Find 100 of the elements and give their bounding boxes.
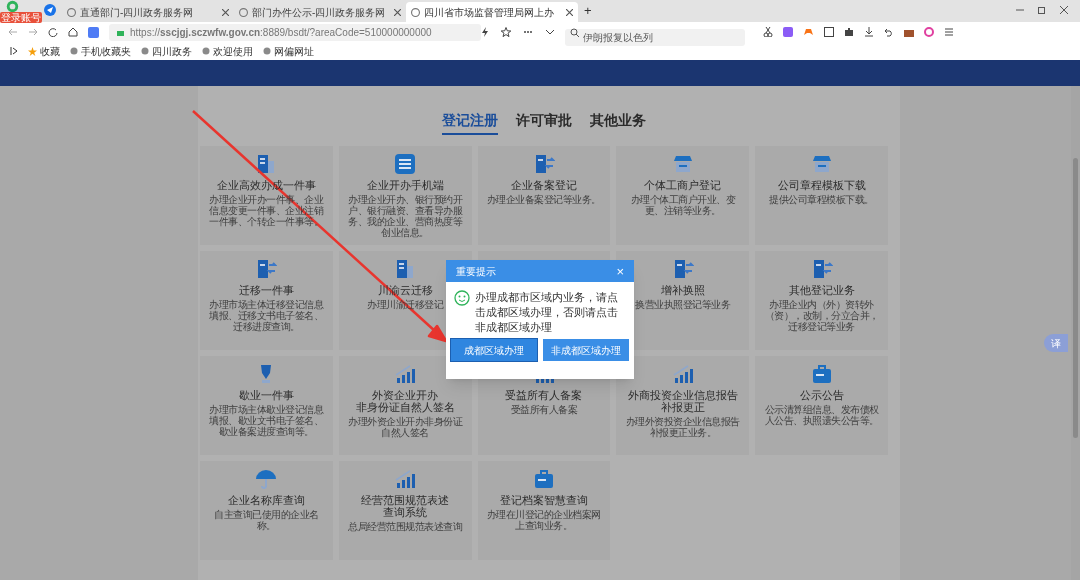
browser-logo[interactable] <box>6 0 19 13</box>
chevron-down-icon[interactable] <box>545 27 555 37</box>
section-tab[interactable]: 其他业务 <box>590 110 646 135</box>
smiley-icon <box>454 290 470 306</box>
section-tab[interactable]: 许可审批 <box>516 110 572 135</box>
bookmark-item[interactable]: 收藏 <box>28 43 60 59</box>
card-title: 公示公告 <box>799 389 844 401</box>
service-card[interactable]: 登记档案智慧查询 办理在川登记的企业档案网上查询业务。 <box>477 461 611 560</box>
card-description: 办理外资投资企业信息报告补报更正业务。 <box>624 416 741 438</box>
send-icon[interactable] <box>44 4 56 16</box>
card-title: 公司章程模板下载 <box>777 179 866 191</box>
briefcase-icon <box>533 468 555 490</box>
dialog-button[interactable]: 非成都区域办理 <box>543 339 629 361</box>
home-icon[interactable] <box>68 27 78 37</box>
card-title: 补报更正 <box>660 401 705 413</box>
card-title: 增补换照 <box>660 284 705 296</box>
card-description: 提供公司章程模板下载。 <box>769 194 874 205</box>
service-card[interactable]: 企业名称库查询 自主查询已使用的企业名称。 <box>200 461 333 560</box>
card-title: 川渝云迁移 <box>377 284 433 296</box>
card-description: 公示清算组信息、发布债权人公告、执照遗失公告等。 <box>763 404 880 426</box>
close-icon[interactable] <box>222 8 229 16</box>
card-description: 换营业执照登记等业务 <box>635 299 731 310</box>
dialog-message: 办理成都市区域内业务，请点击成都区域办理，否则请点击非成都区域办理 <box>475 290 619 335</box>
service-card[interactable]: 公示公告 公示清算组信息、发布债权人公告、执照遗失公告等。 <box>755 356 888 455</box>
close-icon[interactable] <box>1060 6 1068 14</box>
service-card[interactable]: 公司章程模板下载 提供公司章程模板下载。 <box>755 146 888 245</box>
card-title: 企业备案登记 <box>511 179 577 191</box>
color-wheel-icon[interactable] <box>924 27 934 37</box>
account-badge[interactable]: 登录账号 <box>0 12 42 23</box>
bar-chart-icon <box>671 363 694 385</box>
card-description: 办理在川登记的企业档案网上查询业务。 <box>486 509 602 531</box>
bar-chart-icon <box>394 363 417 385</box>
star-icon[interactable] <box>501 27 511 37</box>
bookmark-icon <box>263 47 271 55</box>
card-description: 受益所有人备案 <box>510 404 578 415</box>
card-title: 外商投资企业信息报告 <box>627 389 738 401</box>
scissors-icon[interactable] <box>763 27 773 37</box>
card-title: 歇业一件事 <box>238 389 294 401</box>
sidebar-toggle-icon[interactable] <box>10 47 18 55</box>
card-description: 办理企业内（外）资转外（资），改制，分立合并，迁移登记等业务 <box>763 299 880 332</box>
umbrella-icon <box>255 468 278 490</box>
card-title: 个体工商户登记 <box>644 179 722 191</box>
service-card[interactable]: 个体工商户登记 办理个体工商户开业、变更、注销等业务。 <box>616 146 750 245</box>
bookmark-item[interactable]: 四川政务 <box>141 43 192 59</box>
browser-tab[interactable]: 直通部门-四川政务服务网 <box>62 2 234 22</box>
browser-tab[interactable]: 四川省市场监督管理局网上办 <box>406 2 578 22</box>
new-tab-button[interactable]: + <box>578 2 598 22</box>
tab-title: 四川省市场监督管理局网上办 <box>424 5 555 20</box>
card-title: 查询系统 <box>383 506 428 518</box>
bookmark-icon <box>70 47 78 55</box>
briefcase-icon <box>810 363 833 385</box>
close-button[interactable]: × <box>616 264 624 278</box>
card-title: 受益所有人备案 <box>505 389 583 401</box>
card-description: 办理企业开办、银行预约开户、银行融资、查看导办服务、我的企业、营商热度等创业信息。 <box>347 194 464 238</box>
tab-title: 直通部门-四川政务服务网 <box>80 5 195 20</box>
card-title: 企业名称库查询 <box>227 494 305 506</box>
service-card[interactable]: 迁移一件事 办理市场主体迁移登记信息填报、迁移文书电子签名、迁移进度查询。 <box>200 251 333 350</box>
card-title: 迁移一件事 <box>238 284 294 296</box>
document-arrows-icon <box>255 258 278 280</box>
card-description: 办理外资企业开办非身份证自然人签名 <box>347 416 464 438</box>
window-icon[interactable] <box>824 27 834 37</box>
close-icon[interactable] <box>394 8 401 16</box>
card-description: 办理个体工商户开业、变更、注销等业务。 <box>629 194 737 216</box>
bookmark-icon <box>141 47 149 55</box>
menu-icon[interactable] <box>944 27 954 37</box>
bookmark-item[interactable]: 欢迎使用 <box>202 43 253 59</box>
service-card[interactable]: 其他登记业务 办理企业内（外）资转外（资），改制，分立合并，迁移登记等业务 <box>755 251 888 350</box>
bookmark-item[interactable]: 手机收藏夹 <box>70 43 131 59</box>
document-arrows-icon <box>533 153 555 175</box>
service-card[interactable]: 外资企业开办 非身份证自然人签名 办理外资企业开办非身份证自然人签名 <box>338 356 472 455</box>
card-title: 企业开办手机端 <box>366 179 444 191</box>
close-icon[interactable] <box>566 8 573 16</box>
shop-icon <box>671 153 694 175</box>
bookmark-item[interactable]: 网偏网址 <box>263 43 314 59</box>
browser-tab[interactable]: 部门办件公示-四川政务服务网 <box>234 2 406 22</box>
url-text: https://sscjgj.sczwfw.gov.cn:8889/bsdt/?areaCode=510000000000 <box>130 25 432 40</box>
card-title: 非身份证自然人签名 <box>355 401 455 413</box>
card-description: 办理市场主体迁移登记信息填报、迁移文书电子签名、迁移进度查询。 <box>208 299 325 332</box>
card-title: 其他登记业务 <box>788 284 855 296</box>
lock-icon <box>117 28 124 36</box>
restore-icon[interactable] <box>1038 6 1046 14</box>
reload-icon[interactable] <box>48 27 58 37</box>
service-card[interactable]: 企业备案登记 办理企业备案登记等业务。 <box>477 146 611 245</box>
dialog-button[interactable]: 成都区域办理 <box>451 339 537 361</box>
card-title: 外资企业开办 <box>372 389 439 401</box>
service-card[interactable]: 歇业一件事 办理市场主体歇业登记信息填报、歇业文书电子签名、歇业备案进度查询等。 <box>200 356 333 455</box>
section-tab[interactable]: 登记注册 <box>442 110 498 135</box>
search-field[interactable]: 伊朗报复以色列 <box>565 28 745 46</box>
undo-icon[interactable] <box>884 27 894 37</box>
globe-icon <box>411 7 420 17</box>
card-description: 自主查询已使用的企业名称。 <box>213 509 320 531</box>
download-icon[interactable] <box>864 27 874 37</box>
card-description: 办理市场主体歇业登记信息填报、歇业文书电子签名、歇业备案进度查询等。 <box>208 404 325 437</box>
service-card[interactable]: 企业开办手机端 办理企业开办、银行预约开户、银行融资、查看导办服务、我的企业、营商热度等创业信息。 <box>338 146 472 245</box>
bar-chart-icon <box>394 468 417 490</box>
game-icon[interactable] <box>803 27 814 37</box>
service-card[interactable]: 经营范围规范表述 查询系统 总局经营范围规范表述查询 <box>338 461 472 560</box>
address-bar[interactable]: https://sscjgj.sczwfw.gov.cn:8889/bsdt/?areaCode=510000000000 <box>109 23 481 41</box>
shop-icon <box>810 153 833 175</box>
service-card[interactable]: 外商投资企业信息报告 补报更正 办理外资投资企业信息报告补报更正业务。 <box>616 356 750 455</box>
